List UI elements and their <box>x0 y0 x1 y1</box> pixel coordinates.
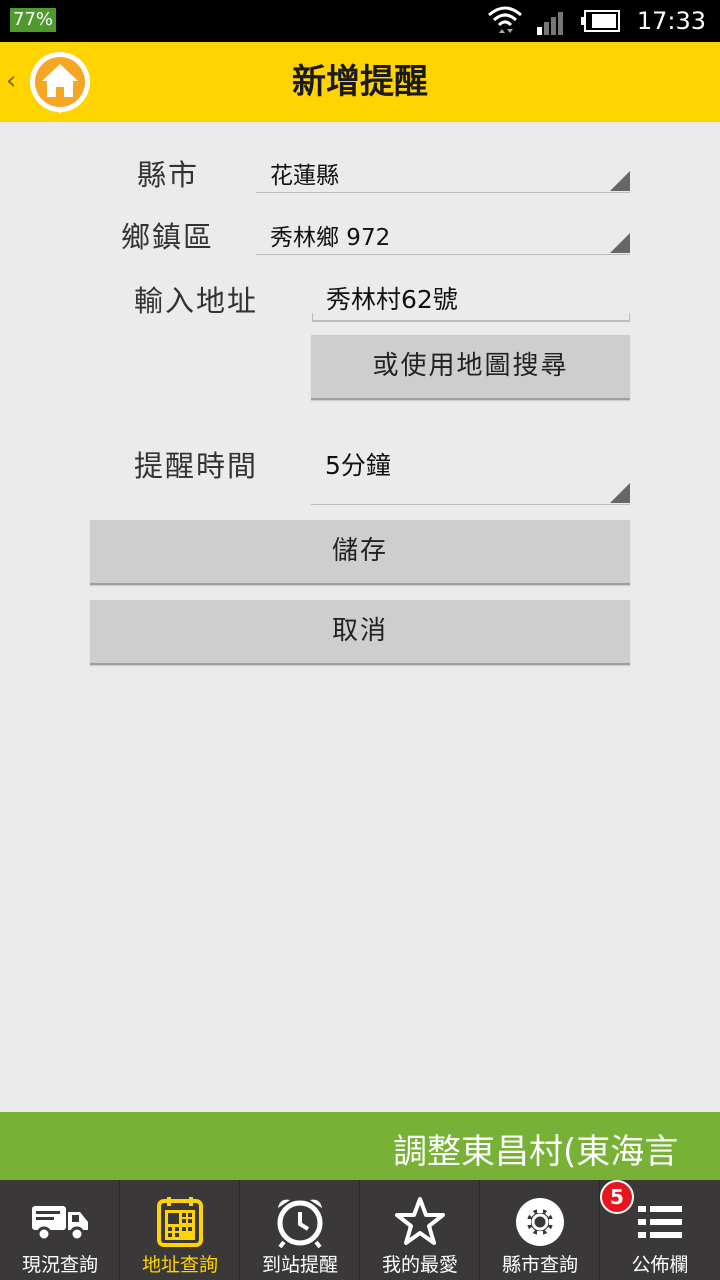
reminder-time-select[interactable]: 5分鐘 <box>311 432 630 505</box>
district-select-value: 秀林鄉 972 <box>270 225 391 251</box>
save-button[interactable]: 儲存 <box>90 520 630 585</box>
nav-label: 現況查詢 <box>21 1254 98 1276</box>
gear-icon <box>516 1198 564 1246</box>
nav-item-address[interactable]: 地址查詢 <box>120 1180 240 1280</box>
reminder-time-value: 5分鐘 <box>325 451 391 480</box>
district-label: 鄉鎮區 <box>121 220 215 254</box>
nav-item-status[interactable]: 現況查詢 <box>0 1180 120 1280</box>
back-chevron-icon[interactable]: ‹ <box>6 66 16 96</box>
bottom-nav: 現況查詢 地址查詢 到站提醒 我的最愛 縣市查詢 公佈欄 5 <box>0 1180 720 1280</box>
nav-label: 縣市查詢 <box>501 1254 578 1276</box>
page-title: 新增提醒 <box>292 62 428 102</box>
cancel-button[interactable]: 取消 <box>90 600 630 665</box>
calendar-grid-icon <box>157 1197 203 1247</box>
app-header: 新增提醒 ‹ <box>0 42 720 122</box>
status-bar: 77% 17:33 <box>0 0 720 42</box>
list-icon <box>638 1206 682 1238</box>
address-label: 輸入地址 <box>134 284 259 318</box>
alarm-clock-icon <box>277 1199 323 1248</box>
map-search-button[interactable]: 或使用地圖搜尋 <box>311 335 630 400</box>
battery-icon <box>580 10 620 32</box>
city-select-value: 花蓮縣 <box>270 163 339 189</box>
marquee-text: 調整東昌村(東海言 <box>393 1132 679 1172</box>
star-icon <box>395 1197 445 1245</box>
nav-label: 到站提醒 <box>261 1254 338 1276</box>
nav-label: 地址查詢 <box>141 1254 218 1276</box>
dropdown-triangle-icon <box>610 171 630 191</box>
status-icons: 17:33 <box>487 0 706 42</box>
wifi-icon <box>487 6 522 33</box>
address-input-value: 秀林村62號 <box>326 285 458 314</box>
announcement-marquee[interactable]: 調整東昌村(東海言 <box>0 1112 720 1180</box>
nav-item-favorites[interactable]: 我的最愛 <box>360 1180 480 1280</box>
nav-label: 公佈欄 <box>631 1254 689 1276</box>
address-input[interactable]: 秀林村62號 <box>312 268 630 322</box>
signal-icon <box>536 12 563 35</box>
nav-label: 我的最愛 <box>381 1254 458 1276</box>
notification-badge: 5 <box>600 1180 634 1214</box>
dropdown-triangle-icon <box>610 483 630 503</box>
dropdown-triangle-icon <box>610 233 630 253</box>
home-icon[interactable] <box>28 50 92 114</box>
city-select[interactable]: 花蓮縣 <box>256 142 630 193</box>
clock: 17:33 <box>636 7 706 35</box>
district-select[interactable]: 秀林鄉 972 <box>256 204 630 255</box>
city-label: 縣市 <box>137 158 200 192</box>
truck-icon <box>32 1206 88 1242</box>
nav-item-bulletin[interactable]: 公佈欄 5 <box>600 1180 720 1280</box>
reminder-time-label: 提醒時間 <box>134 449 259 483</box>
nav-item-county-query[interactable]: 縣市查詢 <box>480 1180 600 1280</box>
battery-percentage: 77% <box>10 8 57 32</box>
nav-item-arrival-reminder[interactable]: 到站提醒 <box>240 1180 360 1280</box>
